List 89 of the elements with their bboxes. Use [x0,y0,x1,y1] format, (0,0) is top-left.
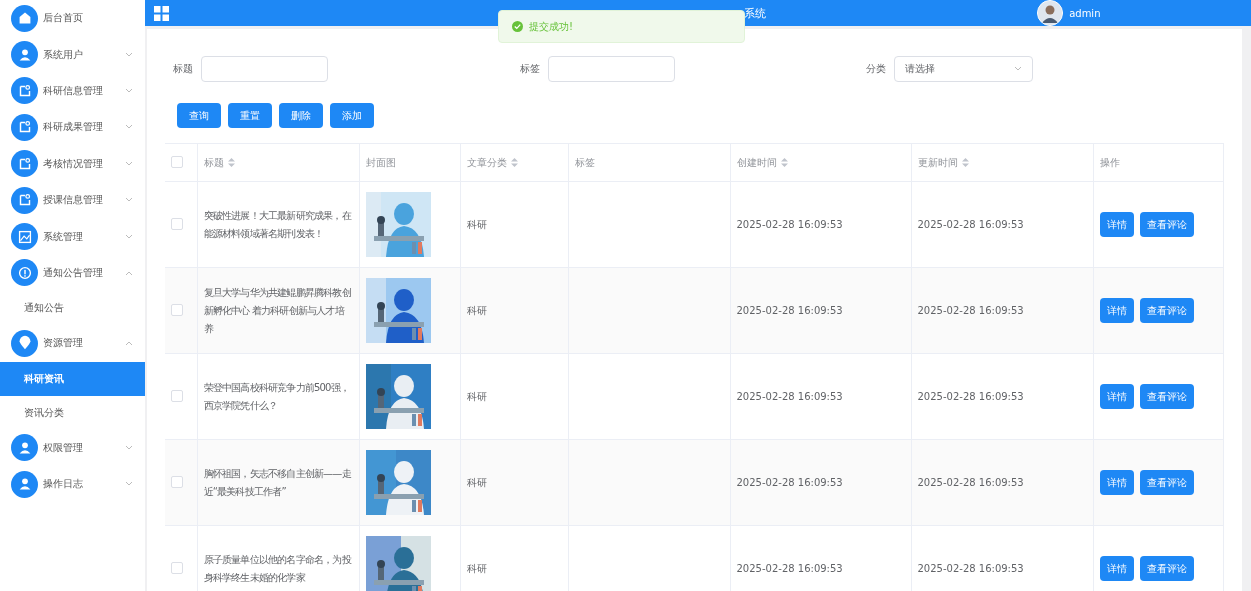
column-header: 操作 [1093,143,1223,182]
sidebar-subitem[interactable]: 通知公告 [0,291,145,326]
date-cell: 2025-02-28 16:09:53 [736,305,843,316]
title-cell-text: 荣登中国高校科研竞争力前500强，西京学院凭什么？ [203,380,350,413]
row-action-button[interactable]: 查看评论 [1139,384,1194,409]
home-icon [11,4,38,32]
check-circle-icon [512,21,523,32]
filter-label: 标签 [520,62,540,76]
sort-icon[interactable] [780,158,788,167]
filter-label: 分类 [866,62,886,76]
category-cell: 科研 [466,562,487,574]
user-icon [11,470,38,498]
date-cell: 2025-02-28 16:09:53 [917,563,1024,574]
row-action-button[interactable]: 详情 [1099,384,1134,409]
sidebar-item[interactable]: 系统管理 [0,218,145,255]
sidebar-item[interactable]: 权限管理 [0,429,145,466]
column-header[interactable]: 标题 [197,143,359,182]
toast-message: 提交成功! [529,19,573,34]
date-cell: 2025-02-28 16:09:53 [736,563,843,574]
sidebar-item[interactable]: 操作日志 [0,465,145,503]
checkbox[interactable] [171,561,183,574]
date-cell: 2025-02-28 16:09:53 [917,219,1024,230]
row-action-button[interactable]: 查看评论 [1139,298,1194,323]
column-header[interactable]: 更新时间 [911,143,1093,182]
checkbox[interactable] [171,217,183,230]
grid-menu-icon[interactable] [154,5,169,21]
row-action-button[interactable]: 查看评论 [1139,470,1194,495]
column-header[interactable]: 文章分类 [460,143,568,182]
date-cell: 2025-02-28 16:09:53 [736,477,843,488]
filter-input[interactable] [201,56,328,82]
date-cell: 2025-02-28 16:09:53 [736,219,843,230]
checkbox[interactable] [171,155,183,168]
pin-icon [11,329,38,357]
app-title: 系统 [744,5,766,21]
sidebar-item[interactable]: 科研信息管理 [0,72,145,110]
title-cell-text: 胸怀祖国，矢志不移自主创新——走近“最美科技工作者” [203,466,352,499]
title-cell-text: 原子质量单位以他的名字命名，为投身科学终生未婚的化学家 [203,552,353,585]
user-icon [11,434,38,462]
action-button[interactable]: 删除 [279,103,323,128]
checkbox[interactable] [171,389,183,402]
date-cell: 2025-02-28 16:09:53 [917,305,1024,316]
doc-icon [11,113,38,141]
sidebar-item[interactable]: 科研成果管理 [0,109,145,146]
title-cell-text: 复旦大学与华为共建鲲鹏昇腾科教创新孵化中心 着力科研创新与人才培养 [203,285,352,336]
image-icon [11,223,38,251]
date-cell: 2025-02-28 16:09:53 [736,391,843,402]
info-icon [11,259,38,287]
row-action-button[interactable]: 详情 [1099,556,1134,581]
sidebar-item[interactable]: 后台首页 [0,0,145,37]
column-header: 标签 [568,143,730,182]
category-cell: 科研 [466,476,487,488]
title-cell-text: 突破性进展！大工最新研究成果，在能源材料领域著名期刊发表！ [203,208,353,241]
doc-icon [11,186,38,214]
action-button[interactable]: 添加 [330,103,374,128]
column-header: 封面图 [359,143,460,182]
action-button[interactable]: 查询 [177,103,221,128]
sidebar-item[interactable]: 考核情况管理 [0,145,145,182]
avatar-icon[interactable] [1037,0,1064,26]
checkbox[interactable] [171,303,183,316]
sidebar-subitem[interactable]: 资讯分类 [0,395,145,430]
category-cell: 科研 [466,304,487,316]
checkbox[interactable] [171,475,183,488]
filter-input[interactable] [548,56,675,82]
sort-icon[interactable] [961,158,969,167]
chevron-down-icon [1014,66,1022,72]
date-cell: 2025-02-28 16:09:53 [917,477,1024,488]
date-cell: 2025-02-28 16:09:53 [917,391,1024,402]
sidebar-item[interactable]: 通知公告管理 [0,254,145,292]
category-select[interactable]: 请选择 [894,56,1033,82]
sidebar-item[interactable]: 资源管理 [0,325,145,362]
row-action-button[interactable]: 查看评论 [1139,556,1194,581]
row-action-button[interactable]: 查看评论 [1139,212,1194,237]
row-action-button[interactable]: 详情 [1099,298,1134,323]
category-cell: 科研 [466,218,487,230]
sidebar-subitem[interactable]: 科研资讯 [0,361,145,396]
user-name[interactable]: admin [1069,7,1101,19]
action-button[interactable]: 重置 [228,103,272,128]
filter-label: 标题 [173,62,193,76]
sort-icon[interactable] [510,158,518,167]
sidebar-item[interactable]: 系统用户 [0,36,145,73]
user-icon [11,41,38,69]
sort-icon[interactable] [227,158,235,167]
row-action-button[interactable]: 详情 [1099,212,1134,237]
category-cell: 科研 [466,390,487,402]
doc-icon [11,77,38,105]
column-header[interactable]: 创建时间 [730,143,911,182]
row-action-button[interactable]: 详情 [1099,470,1134,495]
doc-icon [11,150,38,178]
sidebar-item[interactable]: 授课信息管理 [0,181,145,219]
